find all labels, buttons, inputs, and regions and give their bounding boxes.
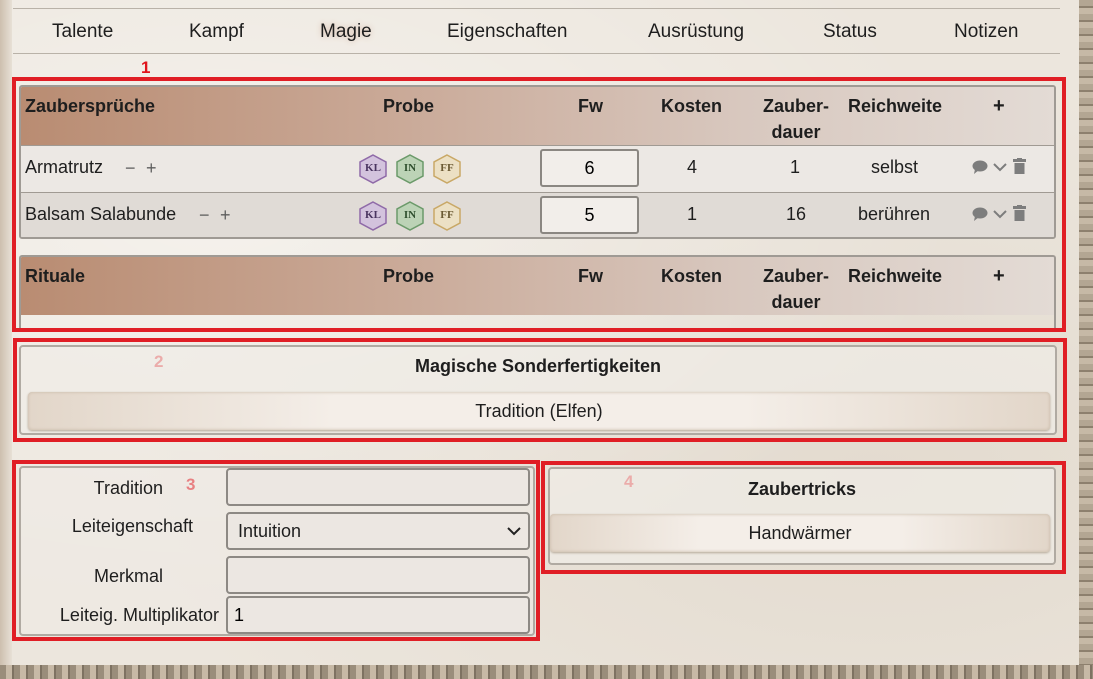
tab-eigenschaften[interactable]: Eigenschaften [447, 21, 567, 43]
bottom-border [0, 665, 1093, 679]
tab-ausruestung[interactable]: Ausrüstung [648, 21, 744, 43]
annotation-box-1 [12, 77, 1066, 332]
left-border [0, 0, 12, 679]
tab-status[interactable]: Status [823, 21, 877, 43]
annotation-box-3 [12, 460, 540, 641]
right-border [1079, 0, 1093, 679]
tab-kampf[interactable]: Kampf [189, 21, 244, 43]
annotation-box-2 [13, 338, 1067, 442]
sheet-tabs: Talente Kampf Magie Eigenschaften Ausrüs… [13, 8, 1060, 54]
tab-magie[interactable]: Magie [320, 21, 372, 43]
annotation-number-1: 1 [141, 58, 151, 77]
tab-talente[interactable]: Talente [52, 21, 113, 43]
tab-notizen[interactable]: Notizen [954, 21, 1018, 43]
annotation-box-4 [541, 461, 1066, 574]
